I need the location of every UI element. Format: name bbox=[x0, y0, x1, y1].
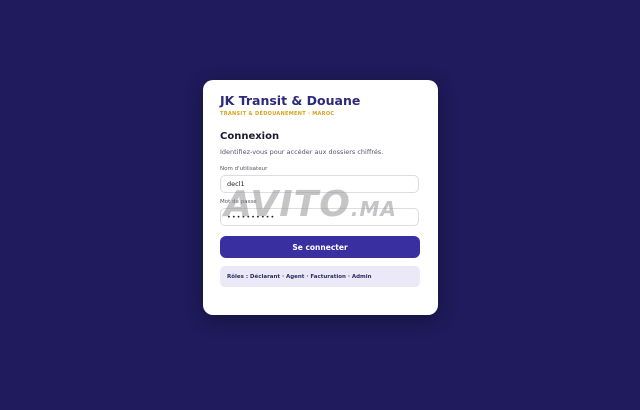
username-field[interactable] bbox=[220, 175, 419, 193]
login-card: JK Transit & Douane TRANSIT & DÉDOUANEME… bbox=[203, 80, 438, 315]
brand-subtitle: TRANSIT & DÉDOUANEMENT · MAROC bbox=[220, 111, 335, 117]
username-label: Nom d'utilisateur bbox=[220, 166, 268, 172]
login-button[interactable]: Se connecter bbox=[220, 236, 420, 258]
password-label: Mot de passe bbox=[220, 199, 257, 205]
login-title: Connexion bbox=[220, 131, 280, 142]
login-description: Identifiez-vous pour accéder aux dossier… bbox=[220, 148, 384, 156]
password-field[interactable] bbox=[220, 208, 419, 226]
brand-title: JK Transit & Douane bbox=[220, 93, 361, 108]
roles-info: Rôles : Déclarant · Agent · Facturation … bbox=[220, 266, 420, 287]
